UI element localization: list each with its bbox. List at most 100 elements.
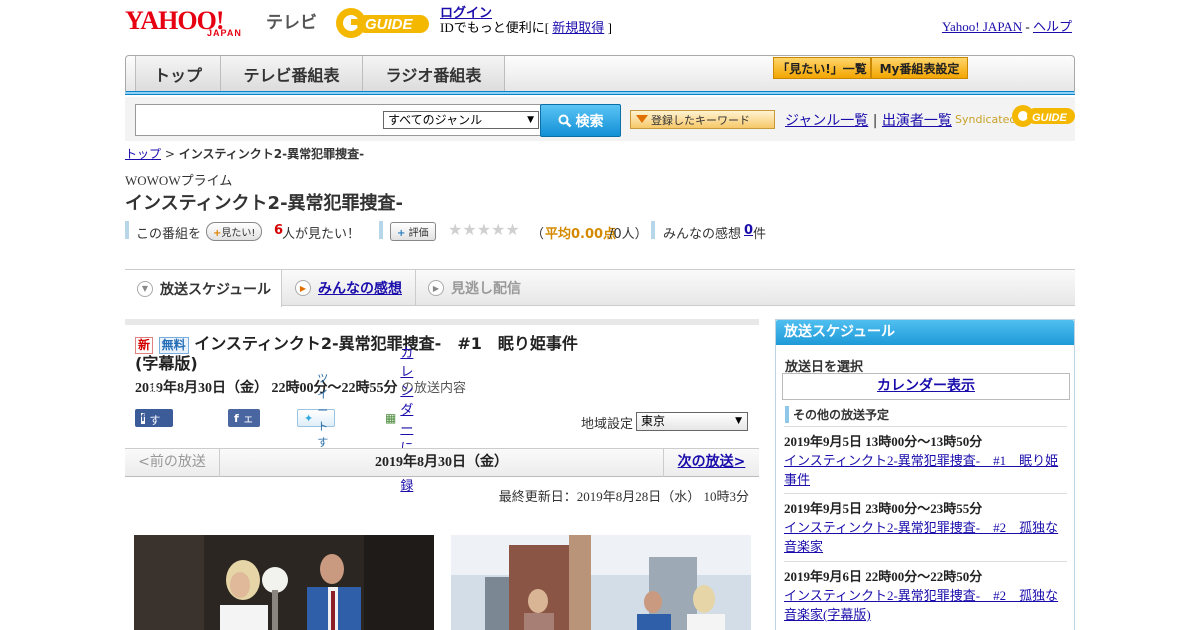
play-arrow-icon: ▶	[428, 280, 444, 296]
schedule-program-link[interactable]: インスティンクト2-異常犯罪捜査- #2 孤独な音楽家	[784, 520, 1058, 554]
main-nav: トップ テレビ番組表 ラジオ番組表 「見たい!」一覧 My番組表設定	[125, 55, 1075, 95]
registered-keyword-label: 登録したキーワード	[651, 113, 750, 127]
schedule-program-link[interactable]: インスティンクト2-異常犯罪捜査- #1 眠り姫事件	[784, 453, 1058, 487]
breadcrumb-top-link[interactable]: トップ	[125, 147, 161, 161]
impressions-label: みんなの感想	[663, 227, 742, 242]
nav-tab-tv-schedule[interactable]: テレビ番組表	[221, 56, 363, 91]
scene-photo-1	[134, 535, 434, 630]
last-updated: 最終更新日：2019年8月28日（水） 10時3分	[498, 489, 749, 504]
facebook-icon: f	[234, 411, 239, 425]
search-link-divider: |	[872, 113, 878, 129]
region-select[interactable]: 東京 ▼	[636, 412, 748, 431]
my-schedule-settings-button[interactable]: My番組表設定	[871, 57, 968, 79]
nav-tab-radio-schedule[interactable]: ラジオ番組表	[363, 56, 505, 91]
rating-average: 平均0.00点	[545, 227, 617, 242]
episode-date: 2019年8月30日（金） 22時00分～22時55分 の放送内容	[135, 377, 466, 397]
yahoo-japan-link[interactable]: Yahoo! JAPAN	[942, 19, 1022, 34]
signup-link[interactable]: 新規取得	[552, 20, 604, 35]
nav-tab-top[interactable]: トップ	[135, 56, 221, 91]
want-prefix: この番組を	[136, 227, 202, 242]
schedule-program-link[interactable]: インスティンクト2-異常犯罪捜査- #2 孤独な音楽家(字幕版)	[784, 588, 1058, 622]
want-button-label: 見たい!	[221, 228, 256, 239]
facebook-share-button[interactable]: f シェア	[228, 396, 260, 441]
rate-button[interactable]: + 評価	[390, 222, 436, 241]
search-bar: すべてのジャンル ▼ 検索 登録したキーワード ジャンル一覧 | 出演者一覧 S…	[125, 97, 1075, 141]
rating-open-paren: （	[531, 227, 545, 242]
play-arrow-icon: ▶	[295, 280, 311, 296]
tab-impressions[interactable]: ▶ みんなの感想	[283, 270, 416, 306]
search-links: ジャンル一覧 | 出演者一覧	[785, 110, 952, 130]
new-badge: 新	[135, 337, 154, 354]
search-icon	[558, 114, 571, 127]
tab-impressions-label: みんなの感想	[318, 281, 402, 297]
facebook-share-label: シェア	[242, 396, 254, 441]
top-link-separator: -	[1025, 19, 1030, 34]
list-item: 2019年9月6日 22時00分～22時50分 インスティンクト2-異常犯罪捜査…	[784, 561, 1067, 624]
broadcast-pager: <前の放送 2019年8月30日（金） 次の放送>	[125, 448, 759, 477]
want-suffix: 人が見たい！	[282, 227, 361, 242]
schedule-time: 2019年9月6日 22時00分～22時50分	[784, 569, 983, 584]
scene-photo-2	[451, 535, 751, 630]
meta-divider	[379, 221, 383, 239]
tv-logo-text[interactable]: テレビ	[266, 8, 317, 33]
rate-button-label: 評価	[408, 228, 429, 239]
rating-stars[interactable]: ★★★★★	[448, 220, 520, 239]
cast-list-link[interactable]: 出演者一覧	[882, 113, 952, 129]
schedule-time: 2019年9月5日 23時00分～23時55分	[784, 501, 983, 516]
tweet-button[interactable]: ✦ ツイートする	[297, 372, 336, 465]
plus-icon: +	[397, 228, 406, 239]
search-button-label: 検索	[575, 113, 604, 130]
facebook-recommend-button[interactable]: f おすすめ 0	[135, 382, 173, 457]
tab-missed-streaming: ▶ 見逃し配信	[416, 270, 536, 306]
login-link[interactable]: ログイン	[440, 5, 492, 20]
schedule-time: 2019年9月5日 13時00分～13時50分	[784, 434, 983, 449]
genre-select-value: すべてのジャンル	[388, 113, 483, 127]
want-list-button[interactable]: 「見たい!」一覧	[773, 57, 871, 79]
registered-keyword-button[interactable]: 登録したキーワード	[630, 110, 775, 129]
help-link[interactable]: ヘルプ	[1033, 19, 1072, 34]
region-select-value: 東京	[641, 414, 666, 428]
syndicated-guide-logo: Syndicated GUIDE	[955, 105, 1075, 127]
breadcrumb-separator: >	[164, 147, 175, 161]
login-box: ログイン IDでもっと便利に[ 新規取得 ]	[440, 5, 612, 35]
page-title: インスティンクト2-異常犯罪捜査-	[125, 193, 404, 214]
yahoo-japan-logo: JAPAN	[207, 28, 242, 38]
tab-broadcast-schedule-label: 放送スケジュール	[160, 281, 272, 298]
meta-divider	[651, 221, 655, 239]
calendar-view-button[interactable]: カレンダー表示	[782, 373, 1070, 400]
svg-text:Syndicated: Syndicated	[955, 113, 1016, 126]
top-right-links: Yahoo! JAPAN - ヘルプ	[942, 16, 1072, 35]
impressions-unit: 件	[753, 227, 767, 242]
genre-list-link[interactable]: ジャンル一覧	[785, 113, 868, 129]
impressions-count-link[interactable]: 0	[744, 223, 753, 238]
site-header: YAHOO! JAPAN テレビ GUIDE ログイン IDでもっと便利に[ 新…	[125, 0, 1075, 52]
pager-current-date: 2019年8月30日（金）	[375, 455, 508, 470]
login-close-bracket: ]	[607, 20, 612, 35]
genre-select[interactable]: すべてのジャンル ▼	[383, 111, 539, 129]
list-item: 2019年9月5日 13時00分～13時50分 インスティンクト2-異常犯罪捜査…	[784, 426, 1067, 489]
episode-image-2	[451, 535, 751, 630]
episode-title-line2: (字幕版)	[135, 354, 198, 373]
sidebar-title: 放送スケジュール	[776, 320, 1074, 345]
search-button[interactable]: 検索	[540, 104, 621, 137]
program-subtabs: ▼ 放送スケジュール ▶ みんなの感想 ▶ 見逃し配信	[125, 269, 1075, 307]
list-item: 2019年9月5日 23時00分～23時55分 インスティンクト2-異常犯罪捜査…	[784, 493, 1067, 556]
prev-broadcast-button: <前の放送	[125, 449, 220, 477]
want-button[interactable]: +見たい!	[206, 222, 263, 241]
svg-text:GUIDE: GUIDE	[365, 16, 414, 33]
g-guide-logo[interactable]: GUIDE	[335, 5, 431, 41]
svg-text:GUIDE: GUIDE	[1032, 112, 1068, 124]
free-badge: 無料	[158, 337, 189, 354]
breadcrumb: トップ > インスティンクト2-異常犯罪捜査-	[125, 145, 364, 162]
dropdown-arrow-icon: ▼	[735, 416, 742, 426]
meta-divider	[125, 221, 129, 239]
tab-broadcast-schedule[interactable]: ▼ 放送スケジュール	[125, 270, 282, 307]
calendar-register-button[interactable]: ▦ カレンダーに登録	[381, 346, 419, 494]
nav-accent-line	[125, 92, 1075, 94]
episode-datetime: 2019年8月30日（金） 22時00分～22時55分	[135, 381, 398, 396]
twitter-bird-icon: ✦	[304, 411, 314, 425]
triangle-down-icon	[636, 115, 648, 123]
episode-title: 新 無料 インスティンクト2-異常犯罪捜査- #1 眠り姫事件 (字幕版)	[135, 334, 578, 374]
next-broadcast-link[interactable]: 次の放送>	[663, 449, 759, 477]
program-meta: この番組を +見たい! 6 人が見たい！ + 評価 ★★★★★ （ 平均0.00…	[125, 220, 1075, 242]
